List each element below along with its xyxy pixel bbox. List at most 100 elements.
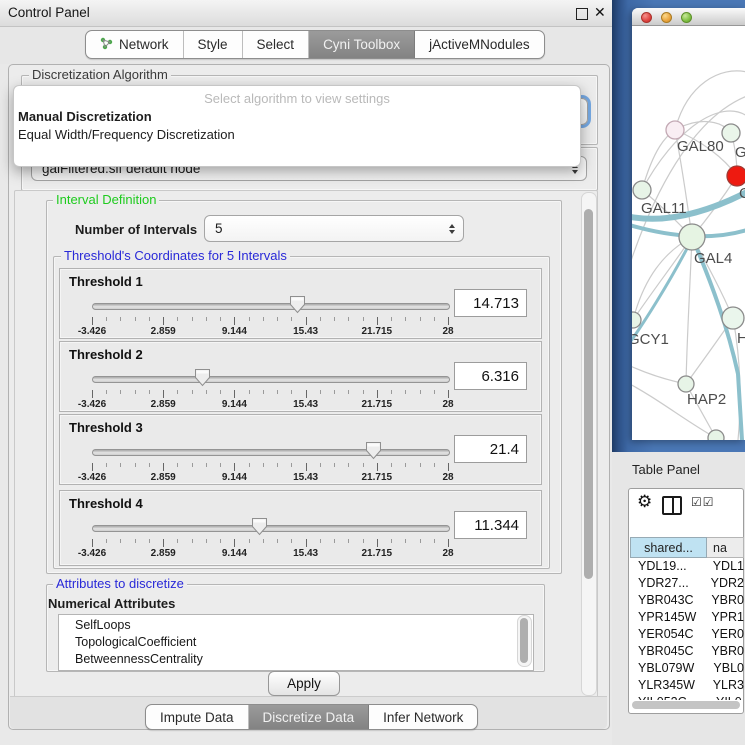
- close-icon[interactable]: ✕: [594, 4, 606, 21]
- slider-thumb[interactable]: [365, 441, 382, 460]
- attributes-group-title: Attributes to discretize: [53, 577, 187, 591]
- tab-style[interactable]: Style: [184, 31, 243, 58]
- num-intervals-combobox[interactable]: 5: [204, 215, 464, 242]
- threshold-label: Threshold 3: [69, 420, 143, 435]
- threshold-value-field[interactable]: 11.344: [454, 511, 527, 539]
- table-header-row: shared... na: [630, 537, 744, 558]
- network-node-label: HAP2: [687, 391, 726, 408]
- threshold-slider[interactable]: [92, 295, 448, 317]
- control-panel-body: Discretization Algorithm Select algorith…: [8, 64, 610, 730]
- table-row[interactable]: YDR27...YDR2: [630, 575, 744, 592]
- threshold-box-3: Threshold 3-3.4262.8599.14415.4321.71528…: [59, 414, 542, 485]
- threshold-slider[interactable]: [92, 441, 448, 463]
- table-cell-name: YBR0: [703, 592, 744, 609]
- top-tab-group: Network Style Select Cyni Toolbox jActiveMNo…: [85, 30, 545, 59]
- table-cell-shared-name: YLR345W: [630, 677, 705, 694]
- network-node[interactable]: [708, 430, 724, 440]
- table-cell-shared-name: YBR043C: [630, 592, 703, 609]
- bottom-tab-group: Impute Data Discretize DataInfer Network: [145, 704, 478, 730]
- network-node-label: H: [737, 330, 745, 347]
- float-window-icon[interactable]: [576, 8, 588, 20]
- panel-title: Control Panel: [8, 5, 90, 20]
- attribute-list-item[interactable]: TopologicalCoefficient: [59, 634, 533, 651]
- algorithm-option-manual[interactable]: Manual Discretization: [17, 108, 577, 125]
- table-cell-shared-name: YER054C: [630, 626, 703, 643]
- network-node[interactable]: [722, 307, 744, 329]
- table-row[interactable]: YDL19...YDL1: [630, 558, 744, 575]
- panel-scrollbar[interactable]: [581, 192, 597, 696]
- network-node[interactable]: [666, 121, 684, 139]
- apply-button[interactable]: Apply: [268, 671, 340, 696]
- tab-cyni-toolbox[interactable]: Cyni Toolbox: [309, 31, 415, 58]
- table-cell-shared-name: YIL052C: [630, 694, 708, 700]
- slider-track[interactable]: [92, 303, 450, 310]
- table-row[interactable]: YIL052CYIL0: [630, 694, 744, 700]
- tab-jactivemnodules[interactable]: jActiveMNodules: [415, 31, 544, 58]
- table-row[interactable]: YLR345WYLR3: [630, 677, 744, 694]
- table-header-name[interactable]: na: [707, 537, 744, 558]
- network-node[interactable]: [727, 166, 745, 186]
- table-cell-name: YBR0: [703, 643, 744, 660]
- threshold-slider[interactable]: [92, 368, 448, 390]
- attribute-list-item[interactable]: BetweennessCentrality: [59, 651, 533, 668]
- network-window: GAL80GACGAL11GAL4GCY1HHAP2: [632, 8, 745, 440]
- close-traffic-light-icon[interactable]: [641, 12, 652, 23]
- slider-thumb[interactable]: [194, 368, 211, 387]
- checkbox-columns-icon[interactable]: ☑☑: [691, 495, 715, 509]
- attribute-list-item[interactable]: SelfLoops: [59, 617, 533, 634]
- bottom-tab-label: Impute Data: [160, 710, 234, 725]
- threshold-value-field[interactable]: 14.713: [454, 289, 527, 317]
- table-row[interactable]: YBR045CYBR0: [630, 643, 744, 660]
- slider-thumb[interactable]: [289, 295, 306, 314]
- algorithm-option-equal-width[interactable]: Equal Width/Frequency Discretization: [17, 126, 577, 143]
- tab-label: Cyni Toolbox: [323, 37, 400, 52]
- table-header-shared[interactable]: shared...: [630, 537, 707, 558]
- network-node[interactable]: [679, 224, 705, 250]
- network-node[interactable]: [633, 181, 651, 199]
- table-row[interactable]: YPR145WYPR1: [630, 609, 744, 626]
- slider-thumb[interactable]: [251, 517, 268, 536]
- table-cell-name: YER0: [703, 626, 744, 643]
- minimize-traffic-light-icon[interactable]: [661, 12, 672, 23]
- table-body[interactable]: YDL19...YDL1YDR27...YDR2YBR043CYBR0YPR14…: [630, 558, 744, 700]
- table-row[interactable]: YER054CYER0: [630, 626, 744, 643]
- split-columns-icon[interactable]: [662, 496, 682, 515]
- attributes-scrollbar-thumb[interactable]: [520, 618, 528, 663]
- network-canvas[interactable]: GAL80GACGAL11GAL4GCY1HHAP2: [632, 26, 745, 440]
- thresholds-group-title: Threshold's Coordinates for 5 Intervals: [61, 249, 290, 263]
- threshold-box-2: Threshold 2-3.4262.8599.14415.4321.71528…: [59, 341, 542, 412]
- table-cell-name: YBL0: [705, 660, 744, 677]
- table-hscrollbar[interactable]: [632, 701, 740, 709]
- bottom-tab-discretize-data[interactable]: Discretize Data: [249, 705, 370, 729]
- network-node[interactable]: [722, 124, 740, 142]
- gear-icon[interactable]: ⚙: [637, 492, 652, 512]
- numerical-attributes-list[interactable]: SelfLoopsTopologicalCoefficientBetweenne…: [58, 614, 534, 671]
- bottom-tab-impute-data[interactable]: Impute Data: [146, 705, 249, 729]
- table-row[interactable]: YBL079WYBL0: [630, 660, 744, 677]
- num-intervals-value: 5: [215, 221, 223, 236]
- zoom-traffic-light-icon[interactable]: [681, 12, 692, 23]
- table-cell-name: YDR2: [703, 575, 744, 592]
- slider-track[interactable]: [92, 449, 450, 456]
- tab-select[interactable]: Select: [243, 31, 310, 58]
- table-row[interactable]: YBR043CYBR0: [630, 592, 744, 609]
- algorithm-group-title: Discretization Algorithm: [29, 68, 171, 82]
- slider-track[interactable]: [92, 525, 450, 532]
- slider-track[interactable]: [92, 376, 450, 383]
- panel-titlebar: Control Panel: [0, 0, 612, 27]
- table-cell-name: YIL0: [708, 694, 742, 700]
- slider-tick-labels: -3.4262.8599.14415.4321.71528: [92, 548, 448, 559]
- threshold-value-field[interactable]: 6.316: [454, 362, 527, 390]
- panel-scrollbar-thumb[interactable]: [584, 209, 593, 579]
- threshold-slider[interactable]: [92, 517, 448, 539]
- slider-ticks: [92, 390, 448, 398]
- network-node[interactable]: [678, 376, 694, 392]
- bottom-tab-infer-network[interactable]: Infer Network: [369, 705, 477, 729]
- tab-network[interactable]: Network: [86, 31, 184, 58]
- attributes-scrollbar[interactable]: [517, 615, 532, 667]
- network-window-titlebar[interactable]: [632, 8, 745, 26]
- table-cell-shared-name: YDL19...: [630, 558, 705, 575]
- threshold-value-field[interactable]: 21.4: [454, 435, 527, 463]
- threshold-label: Threshold 4: [69, 496, 143, 511]
- tab-label: Style: [198, 37, 228, 52]
